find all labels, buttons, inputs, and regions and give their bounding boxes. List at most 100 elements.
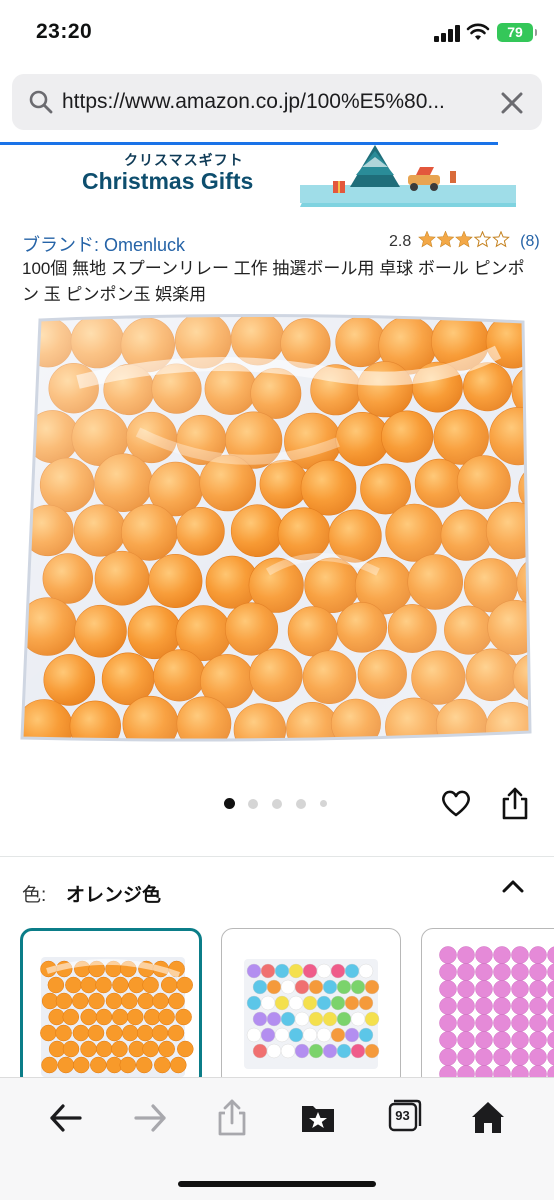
ping-pong-ball [280,979,296,995]
ping-pong-ball [439,1048,457,1066]
ping-pong-ball [288,963,304,979]
ping-pong-ball [529,1048,547,1066]
share-icon[interactable] [500,786,530,820]
ping-pong-ball [316,1027,332,1043]
rating-summary[interactable]: 2.8 (8) [389,231,540,251]
ping-pong-ball [135,1056,153,1074]
ping-pong-ball [344,995,360,1011]
ping-pong-ball [246,995,262,1011]
ping-pong-ball [475,980,493,998]
ping-pong-ball [475,946,493,964]
home-indicator [178,1181,376,1187]
ping-pong-ball [439,980,457,998]
ping-pong-ball [246,1027,262,1043]
ping-pong-ball [62,1040,80,1058]
ping-pong-ball [493,963,511,981]
ping-pong-ball [87,1024,105,1042]
share-page-icon[interactable] [210,1096,254,1140]
bookmarks-icon[interactable] [296,1096,340,1140]
ping-pong-ball [80,1040,97,1058]
color-swatch-pink[interactable] [421,928,554,1088]
ping-pong-ball [529,980,547,998]
ping-pong-ball [266,1011,282,1027]
ping-pong-ball [294,1043,310,1059]
heart-icon[interactable] [440,788,472,818]
ping-pong-ball [322,979,338,995]
ping-pong-ball [95,1008,113,1026]
close-icon[interactable] [498,89,526,117]
ping-pong-ball [119,1056,137,1074]
pager-dot[interactable] [296,798,306,809]
ping-pong-ball [344,1027,360,1043]
ping-pong-ball [80,1008,97,1026]
pager-dot[interactable] [320,800,327,807]
pager-dot[interactable] [272,798,282,809]
forward-arrow-icon[interactable] [128,1096,172,1140]
ping-pong-ball [280,1011,296,1027]
url-text[interactable]: https://www.amazon.co.jp/100%E5%80... [62,90,498,114]
ping-pong-ball [364,1011,380,1027]
ping-pong-ball [547,963,554,981]
ping-pong-ball [547,1031,554,1049]
ping-pong-ball [330,1027,346,1043]
ping-pong-ball [475,997,493,1015]
ping-pong-ball [529,1014,547,1032]
ping-pong-ball [439,1014,457,1032]
ping-pong-ball [152,992,169,1010]
status-time: 23:20 [36,20,93,43]
ping-pong-ball [439,997,457,1015]
star-outline [473,231,492,248]
ping-pong-ball [47,976,65,994]
christmas-gifts-banner[interactable]: クリスマスギフト Christmas Gifts [0,145,554,213]
ping-pong-ball [457,963,475,981]
ping-pong-ball [112,976,129,994]
ping-pong-ball [176,976,193,994]
ping-pong-ball [493,1014,511,1032]
review-count[interactable]: (8) [520,233,540,250]
ping-pong-ball [529,946,547,964]
ping-pong-ball [358,1027,374,1043]
ping-pong-ball [316,963,332,979]
ping-pong-ball [55,992,73,1010]
ping-pong-ball [316,995,332,1011]
tabs-count: 93 [395,1108,410,1123]
ping-pong-ball [177,1040,194,1058]
ping-pong-ball [90,1056,107,1074]
ping-pong-ball [547,946,554,964]
home-icon[interactable] [466,1096,510,1140]
color-swatch-orange[interactable] [20,928,202,1088]
pager-dot[interactable] [248,798,258,809]
ping-pong-ball [80,976,97,994]
ping-pong-ball [274,995,290,1011]
address-bar[interactable]: https://www.amazon.co.jp/100%E5%80... [12,74,542,130]
banner-title: Christmas Gifts [82,168,254,194]
ping-pong-ball [336,1011,352,1027]
ping-pong-ball [121,992,138,1010]
ping-pong-ball [252,1011,268,1027]
chevron-up-icon[interactable] [500,876,526,896]
ping-pong-ball [41,1056,58,1074]
back-arrow-icon[interactable] [44,1096,88,1140]
star-fill [456,231,470,247]
ping-pong-ball [308,1011,324,1027]
ping-pong-ball [511,946,529,964]
color-swatch-mixed[interactable] [221,928,401,1088]
ping-pong-ball [127,1008,144,1026]
product-image-orange-ping-pong-balls[interactable] [18,312,532,746]
ping-pong-ball [457,1031,475,1049]
ping-pong-ball [457,1048,475,1066]
ping-pong-ball [511,1048,529,1066]
ping-pong-ball [288,1027,304,1043]
tabs-button[interactable]: 93 [381,1096,425,1140]
star-fill [437,231,453,247]
ping-pong-ball [252,1043,268,1059]
ping-pong-ball [547,1014,554,1032]
pager-dot[interactable] [224,798,235,809]
ping-pong-ball [358,995,374,1011]
ping-pong-ball [280,1043,296,1059]
brand-link[interactable]: ブランド: Omenluck [22,231,185,257]
ping-pong-ball [57,1056,75,1074]
ping-pong-ball [493,1031,511,1049]
ping-pong-ball [457,980,475,998]
signal-icon [434,24,460,42]
